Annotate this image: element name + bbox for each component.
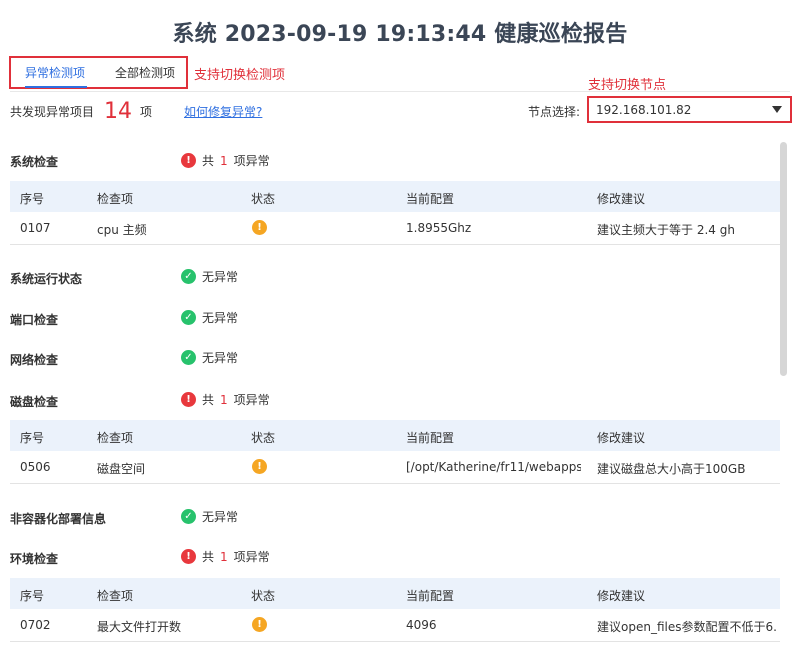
tab-all-items[interactable]: 全部检测项: [115, 64, 175, 81]
error-icon: !: [181, 549, 196, 564]
col-status: 状态: [251, 589, 276, 603]
status-ok: 无异常: [202, 311, 239, 325]
status-suffix: 项异常: [233, 154, 270, 168]
row-item: 最大文件打开数: [97, 620, 182, 634]
table-header: 序号 检查项 状态 当前配置 修改建议: [10, 420, 780, 451]
row-item: 磁盘空间: [97, 462, 146, 476]
summary-label: 共发现异常项目: [10, 104, 95, 119]
col-current: 当前配置: [406, 431, 455, 445]
table-row: 0506 磁盘空间 ! [/opt/Katherine/fr11/webapps…: [10, 451, 780, 484]
section-status-network-check: ✓ 无异常: [181, 349, 238, 366]
col-id: 序号: [20, 192, 45, 206]
status-ok: 无异常: [202, 270, 239, 284]
col-current: 当前配置: [406, 589, 455, 603]
section-title-disk-check: 磁盘检查: [10, 395, 59, 409]
table-header: 序号 检查项 状态 当前配置 修改建议: [10, 181, 780, 212]
col-id: 序号: [20, 589, 45, 603]
error-icon: !: [181, 153, 196, 168]
table-row: 0107 cpu 主频 ! 1.8955Ghz 建议主频大于等于 2.4 gh: [10, 212, 780, 245]
col-status: 状态: [251, 431, 276, 445]
section-status-system-run: ✓ 无异常: [181, 268, 238, 285]
status-count: 1: [220, 392, 228, 407]
section-status-disk-check: ! 共 1 项异常: [181, 391, 270, 408]
node-select-label: 节点选择:: [528, 105, 581, 119]
col-item: 检查项: [97, 431, 134, 445]
annotation-switch-items: 支持切换检测项: [194, 68, 286, 83]
active-tab-underline: [25, 86, 87, 88]
section-title-non-container: 非容器化部署信息: [10, 512, 107, 526]
status-count: 1: [220, 153, 228, 168]
status-ok: 无异常: [202, 351, 239, 365]
row-advice: 建议磁盘总大小高于100GB: [597, 462, 746, 476]
table-header: 序号 检查项 状态 当前配置 修改建议: [10, 578, 780, 609]
status-suffix: 项异常: [233, 393, 270, 407]
how-to-fix-link[interactable]: 如何修复异常?: [184, 103, 262, 120]
warning-icon: !: [252, 459, 267, 474]
status-ok: 无异常: [202, 510, 239, 524]
row-current: 4096: [406, 618, 437, 632]
section-title-system-check: 系统检查: [10, 155, 59, 169]
tab-group: 异常检测项 全部检测项: [9, 56, 188, 89]
status-prefix: 共: [202, 393, 215, 407]
status-prefix: 共: [202, 154, 215, 168]
check-circle-icon: ✓: [181, 350, 196, 365]
abnormal-count: 14: [104, 98, 133, 124]
row-id: 0506: [20, 460, 51, 474]
row-advice: 建议open_files参数配置不低于6...: [597, 620, 777, 634]
table-row: 0702 最大文件打开数 ! 4096 建议open_files参数配置不低于6…: [10, 609, 780, 642]
tab-abnormal-items[interactable]: 异常检测项: [25, 64, 85, 81]
status-suffix: 项异常: [233, 550, 270, 564]
row-item: cpu 主频: [97, 223, 147, 237]
section-title-env-check: 环境检查: [10, 552, 59, 566]
node-select[interactable]: 192.168.101.82: [587, 96, 792, 123]
section-status-non-container: ✓ 无异常: [181, 508, 238, 525]
scrollbar[interactable]: [780, 142, 787, 376]
section-status-port-check: ✓ 无异常: [181, 309, 238, 326]
node-select-value: 192.168.101.82: [596, 103, 692, 117]
section-title-port-check: 端口检查: [10, 313, 59, 327]
col-item: 检查项: [97, 192, 134, 206]
col-advice: 修改建议: [597, 192, 646, 206]
status-count: 1: [220, 549, 228, 564]
warning-icon: !: [252, 617, 267, 632]
check-circle-icon: ✓: [181, 310, 196, 325]
section-status-system-check: ! 共 1 项异常: [181, 152, 270, 169]
col-advice: 修改建议: [597, 431, 646, 445]
warning-icon: !: [252, 220, 267, 235]
row-current: 1.8955Ghz: [406, 221, 472, 235]
col-id: 序号: [20, 431, 45, 445]
divider: [10, 91, 790, 92]
abnormal-summary: 共发现异常项目 14 项: [10, 97, 152, 125]
col-advice: 修改建议: [597, 589, 646, 603]
row-advice: 建议主频大于等于 2.4 gh: [597, 223, 735, 237]
section-title-system-run: 系统运行状态: [10, 272, 83, 286]
row-current: [/opt/Katherine/fr11/webapps/w...: [406, 460, 581, 474]
col-current: 当前配置: [406, 192, 455, 206]
section-title-network-check: 网络检查: [10, 353, 59, 367]
check-circle-icon: ✓: [181, 509, 196, 524]
row-id: 0107: [20, 221, 51, 235]
row-id: 0702: [20, 618, 51, 632]
col-item: 检查项: [97, 589, 134, 603]
summary-unit: 项: [140, 104, 153, 119]
status-prefix: 共: [202, 550, 215, 564]
error-icon: !: [181, 392, 196, 407]
check-circle-icon: ✓: [181, 269, 196, 284]
section-status-env-check: ! 共 1 项异常: [181, 548, 270, 565]
page-title: 系统 2023-09-19 19:13:44 健康巡检报告: [172, 22, 628, 47]
col-status: 状态: [251, 192, 276, 206]
chevron-down-icon: [772, 106, 782, 113]
